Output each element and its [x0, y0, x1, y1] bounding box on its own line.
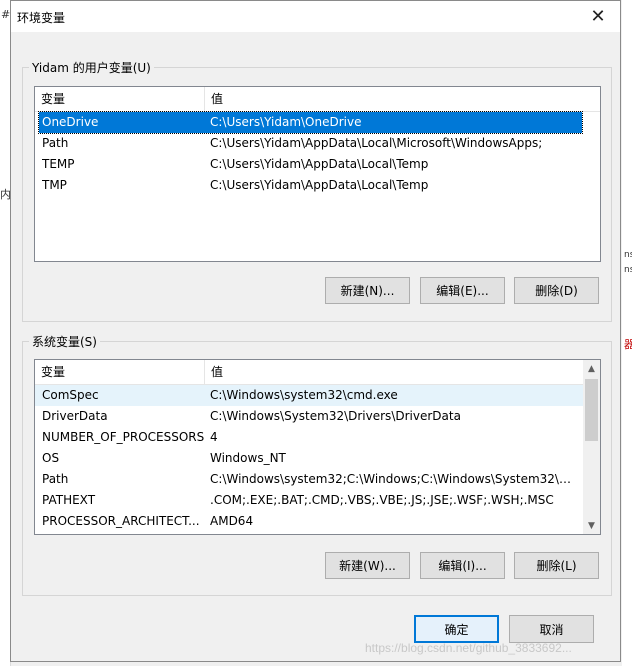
- variable-value: C:\Windows\System32\Drivers\DriverData: [210, 409, 461, 423]
- system-variables-label: 系统变量(S): [29, 333, 100, 350]
- variable-name: ComSpec: [42, 388, 99, 402]
- scroll-down-icon[interactable]: ▼: [583, 517, 600, 534]
- system-variables-list[interactable]: 变量 值 ComSpec C:\Windows\system32\cmd.exe…: [34, 359, 601, 535]
- variable-name: PATHEXT: [42, 493, 96, 507]
- system-edit-button[interactable]: 编辑(I)...: [420, 552, 505, 579]
- column-header-value[interactable]: 值: [205, 87, 585, 111]
- variable-name: OS: [42, 451, 60, 465]
- column-header-variable[interactable]: 变量: [35, 360, 205, 384]
- list-header: 变量 值: [35, 87, 600, 112]
- list-header: 变量 值: [35, 360, 583, 385]
- variable-value: C:\Users\Yidam\OneDrive: [210, 115, 362, 129]
- variable-value: C:\Windows\system32\cmd.exe: [210, 388, 398, 402]
- list-item[interactable]: OS Windows_NT: [35, 448, 583, 469]
- column-header-variable[interactable]: 变量: [35, 87, 205, 111]
- ok-button[interactable]: 确定: [414, 615, 499, 643]
- variable-value: C:\Windows\system32;C:\Windows;C:\Window…: [210, 472, 580, 486]
- background-fragment: ns: [624, 250, 632, 260]
- list-item[interactable]: DriverData C:\Windows\System32\Drivers\D…: [35, 406, 583, 427]
- variable-value: .COM;.EXE;.BAT;.CMD;.VBS;.VBE;.JS;.JSE;.…: [210, 493, 554, 507]
- system-delete-button[interactable]: 删除(L): [514, 552, 599, 579]
- variable-name: TEMP: [42, 157, 75, 171]
- list-item[interactable]: OneDrive C:\Users\Yidam\OneDrive: [38, 111, 583, 134]
- list-item[interactable]: Path C:\Windows\system32;C:\Windows;C:\W…: [35, 469, 583, 490]
- list-item[interactable]: NUMBER_OF_PROCESSORS 4: [35, 427, 583, 448]
- system-new-button[interactable]: 新建(W)...: [325, 552, 410, 579]
- variable-name: Path: [42, 472, 69, 486]
- variable-value: 4: [210, 430, 218, 444]
- watermark-text: https://blog.csdn.net/github_3833692...: [365, 641, 572, 655]
- list-item[interactable]: TEMP C:\Users\Yidam\AppData\Local\Temp: [39, 154, 582, 175]
- vertical-scrollbar[interactable]: ▲ ▼: [583, 360, 600, 534]
- close-icon: ✕: [590, 6, 606, 27]
- user-variables-list[interactable]: 变量 值 OneDrive C:\Users\Yidam\OneDrive Pa…: [34, 86, 601, 262]
- scroll-up-icon[interactable]: ▲: [583, 360, 600, 377]
- column-header-value[interactable]: 值: [205, 360, 575, 384]
- user-new-button[interactable]: 新建(N)...: [325, 277, 410, 304]
- variable-name: Path: [42, 136, 69, 150]
- user-variables-label: Yidam 的用户变量(U): [29, 59, 154, 76]
- dialog-title: 环境变量: [17, 11, 66, 25]
- close-button[interactable]: ✕: [576, 1, 620, 32]
- variable-name: NUMBER_OF_PROCESSORS: [42, 430, 205, 444]
- variable-name: PROCESSOR_ARCHITECT...: [42, 514, 200, 528]
- variable-value: C:\Users\Yidam\AppData\Local\Temp: [210, 157, 429, 171]
- background-fragment: #: [1, 8, 11, 21]
- variable-name: DriverData: [42, 409, 108, 423]
- background-fragment: ns: [624, 265, 632, 275]
- background-window-right: [622, 0, 632, 666]
- variable-name: OneDrive: [42, 115, 99, 129]
- list-item[interactable]: ComSpec C:\Windows\system32\cmd.exe: [35, 385, 583, 406]
- cancel-button[interactable]: 取消: [509, 615, 594, 643]
- variable-value: C:\Users\Yidam\AppData\Local\Microsoft\W…: [210, 136, 543, 150]
- list-item[interactable]: Path C:\Users\Yidam\AppData\Local\Micros…: [39, 133, 582, 154]
- scrollbar-thumb[interactable]: [585, 379, 598, 441]
- user-edit-button[interactable]: 编辑(E)...: [420, 277, 505, 304]
- list-item[interactable]: PATHEXT .COM;.EXE;.BAT;.CMD;.VBS;.VBE;.J…: [35, 490, 583, 511]
- variable-value: Windows_NT: [210, 451, 286, 465]
- title-bar[interactable]: 环境变量 ✕: [11, 1, 620, 32]
- variable-value: C:\Users\Yidam\AppData\Local\Temp: [210, 178, 429, 192]
- variable-name: TMP: [42, 178, 67, 192]
- list-item[interactable]: PROCESSOR_ARCHITECT... AMD64: [35, 511, 583, 532]
- environment-variables-dialog: 环境变量 ✕ Yidam 的用户变量(U) 变量 值 OneDrive C:\U…: [10, 0, 621, 662]
- variable-value: AMD64: [210, 514, 254, 528]
- background-fragment: 器: [624, 338, 632, 351]
- list-item[interactable]: TMP C:\Users\Yidam\AppData\Local\Temp: [39, 175, 582, 196]
- user-delete-button[interactable]: 删除(D): [514, 277, 599, 304]
